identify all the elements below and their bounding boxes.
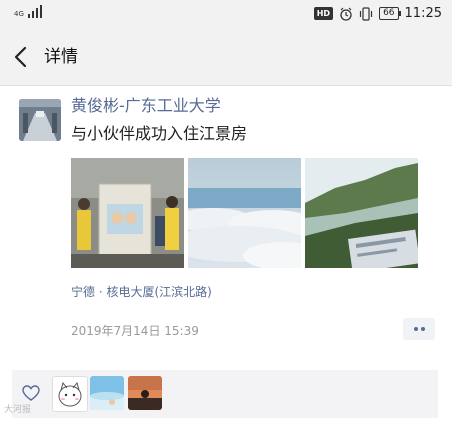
location-link[interactable]: 宁德 · 核电大厦(江滨北路) [71, 283, 212, 301]
page-title: 详情 [44, 47, 78, 67]
hd-badge: HD [313, 7, 334, 20]
clouds-sea-photo[interactable] [188, 158, 301, 268]
author-name[interactable]: 黄俊彬-广东工业大学 [71, 95, 221, 117]
status-bar: 4G HD 66 11:25 [0, 0, 452, 30]
likes-panel [12, 370, 438, 418]
network-type: 4G [14, 10, 24, 18]
liker-avatar-2[interactable] [90, 376, 124, 410]
liker-avatar-1[interactable] [52, 376, 88, 412]
post-timestamp: 2019年7月14日 15:39 [71, 324, 199, 338]
post-text: 与小伙伴成功入住江景房 [71, 124, 248, 143]
battery-icon: 66 [379, 7, 402, 20]
liker-avatar-3[interactable] [128, 376, 162, 410]
author-avatar[interactable] [19, 99, 61, 141]
heart-icon [22, 385, 40, 401]
river-view-photo[interactable] [305, 158, 418, 268]
signal-icon: 4G [14, 5, 42, 18]
vibrate-icon [359, 6, 373, 21]
clock: 11:25 [404, 6, 442, 21]
watermark: 大河报 [4, 405, 32, 415]
group-photo[interactable] [71, 158, 184, 268]
back-arrow-icon[interactable] [12, 45, 30, 69]
alarm-icon [340, 7, 352, 21]
nav-bar: 详情 [0, 30, 452, 86]
more-dots-icon[interactable] [403, 318, 435, 340]
